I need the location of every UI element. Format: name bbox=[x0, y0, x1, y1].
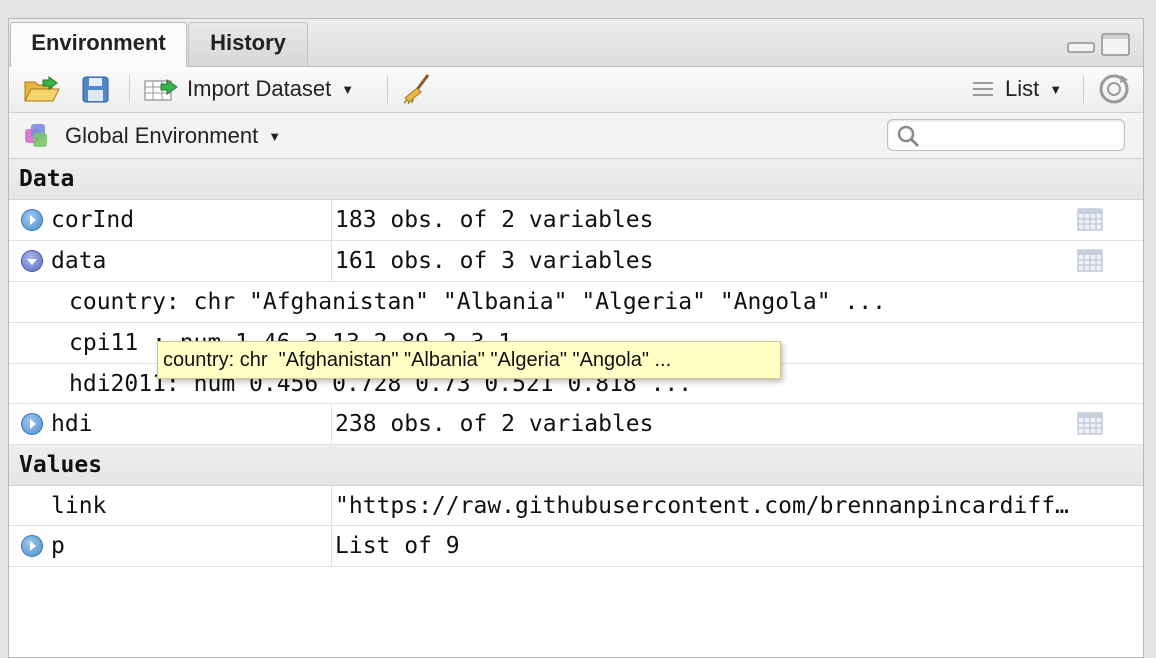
clear-workspace-broom-icon[interactable] bbox=[401, 67, 433, 111]
chevron-down-icon: ▼ bbox=[1049, 81, 1063, 97]
environment-scope-label: Global Environment bbox=[65, 123, 259, 148]
object-name: data bbox=[51, 248, 107, 274]
save-icon[interactable] bbox=[81, 67, 111, 111]
chevron-down-icon: ▼ bbox=[341, 81, 355, 97]
environment-pane: Environment History Import Dataset ▼ Lis… bbox=[8, 18, 1144, 658]
expand-icon[interactable] bbox=[21, 535, 43, 557]
environment-icon bbox=[23, 121, 53, 151]
search-input[interactable] bbox=[924, 122, 1118, 150]
search-field[interactable] bbox=[887, 119, 1125, 151]
open-folder-icon[interactable] bbox=[23, 67, 63, 111]
tooltip: country: chr "Afghanistan" "Albania" "Al… bbox=[157, 341, 781, 379]
view-table-icon[interactable] bbox=[1077, 208, 1103, 231]
tab-environment[interactable]: Environment bbox=[10, 22, 187, 67]
environment-bar: Global Environment ▼ bbox=[9, 113, 1143, 159]
section-title-data: Data bbox=[19, 166, 75, 192]
column-summary: country: chr "Afghanistan" "Albania" "Al… bbox=[69, 289, 886, 315]
import-dataset-label: Import Dataset bbox=[187, 76, 332, 101]
object-name: p bbox=[51, 533, 65, 559]
maximize-icon[interactable] bbox=[1101, 33, 1131, 61]
minimize-icon[interactable] bbox=[1067, 33, 1095, 59]
tab-bar: Environment History bbox=[9, 19, 1143, 67]
list-view-button[interactable]: List ▼ bbox=[971, 67, 1062, 111]
object-value: 161 obs. of 3 variables bbox=[335, 248, 654, 274]
toolbar: Import Dataset ▼ List ▼ bbox=[9, 67, 1143, 113]
object-value: 238 obs. of 2 variables bbox=[335, 411, 654, 437]
object-name: corInd bbox=[51, 207, 135, 233]
collapse-icon[interactable] bbox=[21, 250, 43, 272]
column-divider bbox=[331, 404, 332, 445]
search-icon bbox=[896, 124, 922, 152]
object-name: hdi bbox=[51, 411, 93, 437]
refresh-icon[interactable] bbox=[1097, 67, 1131, 111]
list-item-country: country: chr "Afghanistan" "Albania" "Al… bbox=[9, 282, 1143, 323]
list-view-label: List bbox=[1005, 76, 1040, 101]
import-dataset-button[interactable]: Import Dataset ▼ bbox=[143, 67, 354, 111]
view-table-icon[interactable] bbox=[1077, 249, 1103, 272]
column-divider bbox=[331, 200, 332, 282]
section-header-data: Data bbox=[9, 159, 1143, 200]
list-icon bbox=[971, 79, 995, 99]
object-value: 183 obs. of 2 variables bbox=[335, 207, 654, 233]
expand-icon[interactable] bbox=[21, 413, 43, 435]
environment-selector[interactable]: Global Environment ▼ bbox=[23, 113, 281, 159]
object-value: "https://raw.githubusercontent.com/brenn… bbox=[335, 493, 1069, 519]
object-value: List of 9 bbox=[335, 533, 460, 559]
table-row-link[interactable]: link "https://raw.githubusercontent.com/… bbox=[9, 486, 1143, 526]
section-title-values: Values bbox=[19, 452, 103, 478]
section-header-values: Values bbox=[9, 445, 1143, 486]
table-row-data[interactable]: data 161 obs. of 3 variables bbox=[9, 241, 1143, 282]
table-row-corind[interactable]: corInd 183 obs. of 2 variables bbox=[9, 200, 1143, 241]
import-dataset-icon bbox=[143, 76, 185, 102]
chevron-down-icon: ▼ bbox=[268, 128, 282, 144]
object-name: link bbox=[51, 493, 107, 519]
tab-history[interactable]: History bbox=[188, 22, 308, 67]
expand-icon[interactable] bbox=[21, 209, 43, 231]
column-divider bbox=[331, 486, 332, 567]
view-table-icon[interactable] bbox=[1077, 412, 1103, 435]
table-row-hdi[interactable]: hdi 238 obs. of 2 variables bbox=[9, 404, 1143, 445]
table-row-p[interactable]: p List of 9 bbox=[9, 526, 1143, 567]
